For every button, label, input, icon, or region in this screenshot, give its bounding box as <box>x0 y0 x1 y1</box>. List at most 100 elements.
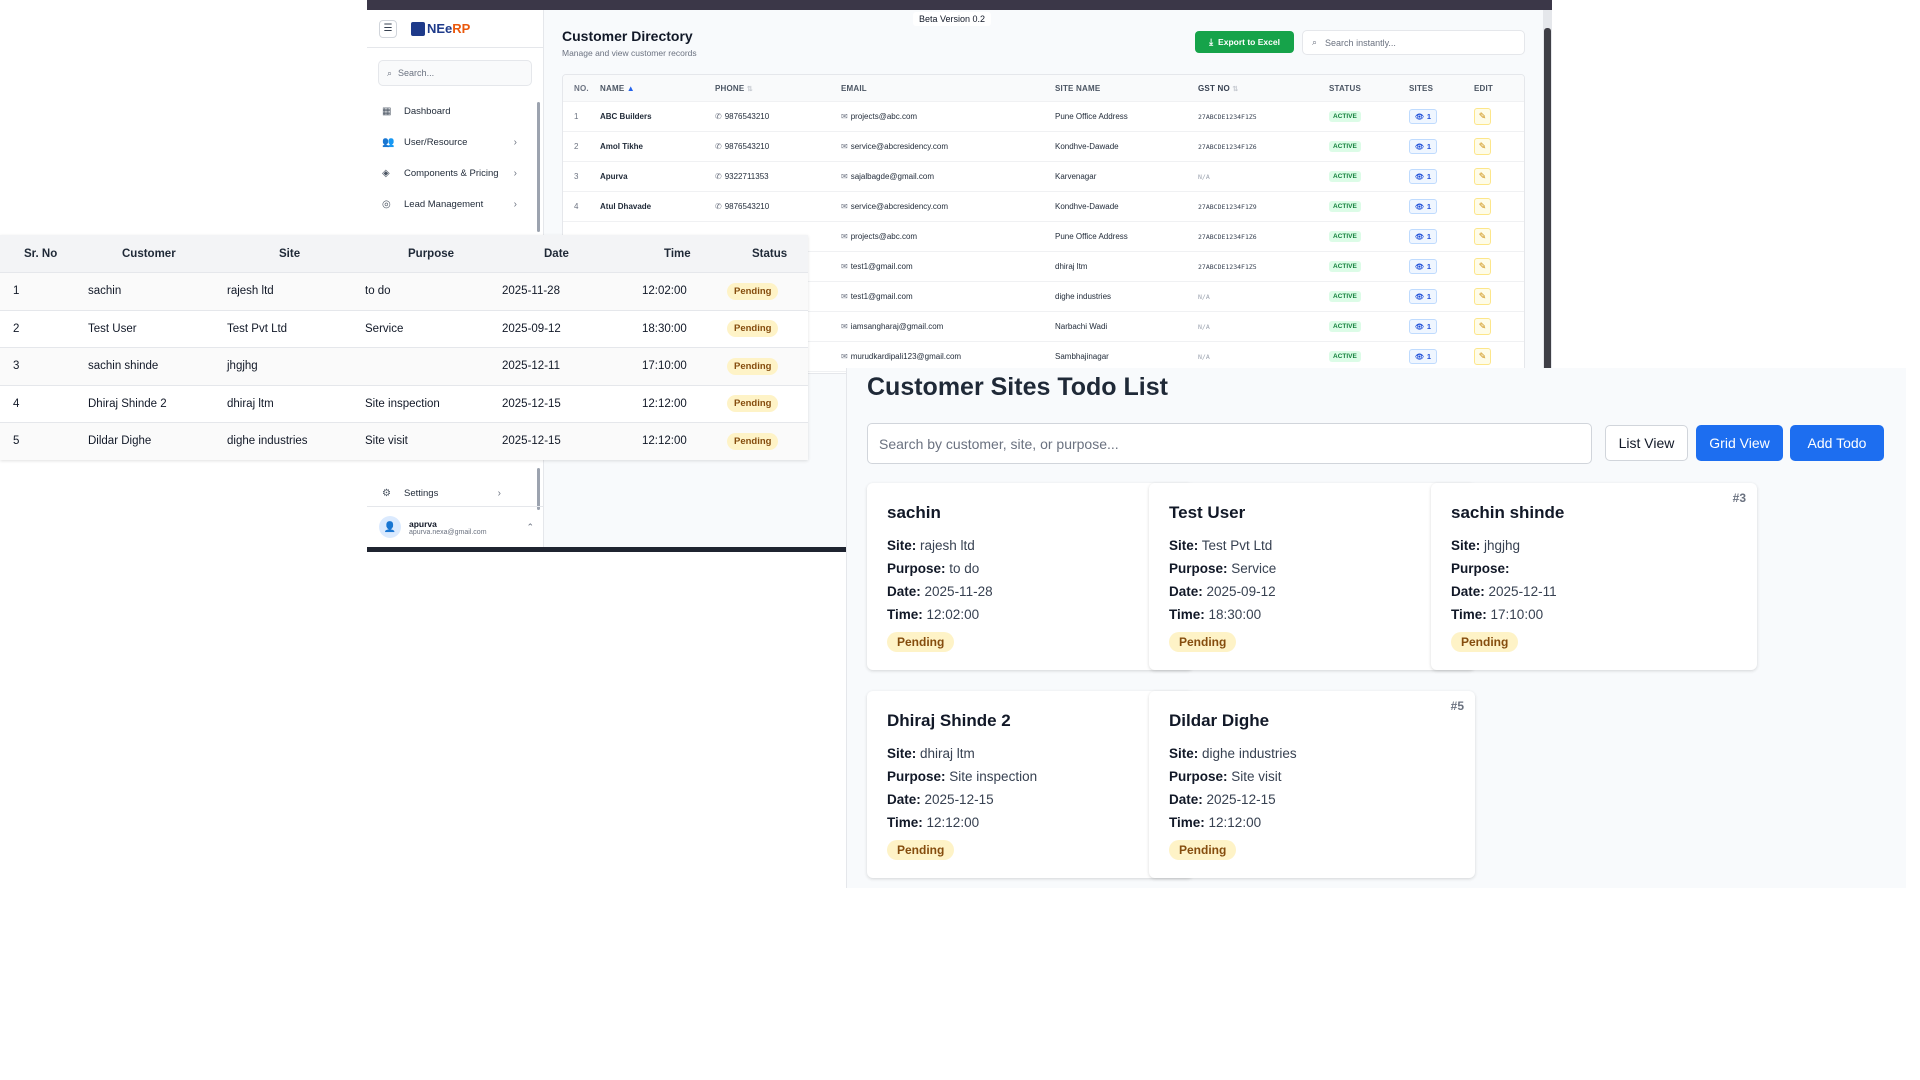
todo-card[interactable]: #1sachinSite: rajesh ltdPurpose: to doDa… <box>867 483 1193 670</box>
card-site: Site: Test Pvt Ltd <box>1169 534 1455 557</box>
sidebar-item-components-pricing[interactable]: ◈ Components & Pricing › <box>367 158 543 189</box>
status-badge: Pending <box>727 432 779 450</box>
pencil-icon: ✎ <box>1478 291 1487 301</box>
date: 2025-12-11 <box>502 360 560 373</box>
todo-card[interactable]: #2Test UserSite: Test Pvt LtdPurpose: Se… <box>1149 483 1475 670</box>
email-address: sajalbagde@gmail.com <box>850 172 934 181</box>
dashboard-icon: ▦ <box>382 106 392 117</box>
card-purpose: Purpose: to do <box>887 557 1173 580</box>
card-time: Time: 12:02:00 <box>887 603 1173 626</box>
edit-cell: ✎ <box>1474 168 1514 185</box>
card-site: Site: rajesh ltd <box>887 534 1173 557</box>
chevron-up-icon: ⌃ <box>526 521 534 532</box>
pencil-icon: ✎ <box>1478 321 1487 331</box>
page-title: Customer Directory <box>562 28 693 44</box>
view-sites-button[interactable]: 👁 1 <box>1409 259 1438 274</box>
gear-icon: ⚙ <box>382 488 391 499</box>
table-row[interactable]: 3 Apurva ✆ 9322711353 ✉ sajalbagde@gmail.com K… <box>563 162 1524 192</box>
todo-card[interactable]: #4Dhiraj Shinde 2Site: dhiraj ltmPurpose… <box>867 691 1193 878</box>
view-sites-button[interactable]: 👁 1 <box>1409 199 1438 214</box>
sidebar-search-input[interactable]: ⌕ Search... <box>378 60 532 86</box>
edit-button[interactable]: ✎ <box>1474 228 1491 245</box>
edit-button[interactable]: ✎ <box>1474 168 1491 185</box>
card-time: Time: 12:12:00 <box>1169 811 1455 834</box>
todo-card[interactable]: #3 sachin shinde Site: jhgjhg Purpose: Date… <box>1431 483 1757 670</box>
col-header-name[interactable]: NAME ▲ <box>600 84 715 93</box>
phone-cell: ✆ 9876543210 <box>715 112 841 121</box>
sidebar-item-lead-management[interactable]: ◎ Lead Management › <box>367 189 543 220</box>
card-site-value: jhgjhg <box>1484 538 1521 553</box>
col-header-gst[interactable]: GST NO ⇅ <box>1198 84 1329 93</box>
table-row[interactable]: 1 sachin rajesh ltd to do 2025-11-28 12:02:00… <box>0 273 808 311</box>
search-icon: ⌕ <box>1312 37 1318 47</box>
gst-number: 27ABCDE1234F1Z5 <box>1198 112 1257 121</box>
col-header-phone[interactable]: PHONE ⇅ <box>715 84 841 93</box>
card-date-value: 2025-09-12 <box>1206 584 1276 599</box>
sidebar-scrollbar-lower[interactable] <box>537 468 540 510</box>
time: 12:12:00 <box>642 397 687 410</box>
card-date: Date: 2025-12-15 <box>1169 788 1455 811</box>
view-sites-button[interactable]: 👁 1 <box>1409 349 1438 364</box>
view-sites-button[interactable]: 👁 1 <box>1409 169 1438 184</box>
view-sites-button[interactable]: 👁 1 <box>1409 319 1438 334</box>
grid-view-button[interactable]: Grid View <box>1696 425 1783 461</box>
status-cell: Pending <box>727 282 807 300</box>
card-site-value: dhiraj ltm <box>920 746 975 761</box>
customer-name: sachin <box>88 285 122 298</box>
table-row[interactable]: 2 Test User Test Pvt Ltd Service 2025-09-12 1… <box>0 311 808 348</box>
view-sites-button[interactable]: 👁 1 <box>1409 139 1438 154</box>
view-sites-button[interactable]: 👁 1 <box>1409 229 1438 244</box>
edit-button[interactable]: ✎ <box>1474 198 1491 215</box>
table-row[interactable]: 5 Dildar Dighe dighe industries Site visit 2… <box>0 423 808 460</box>
directory-search-input[interactable]: ⌕ Search instantly... <box>1302 30 1525 55</box>
eye-icon: 👁 <box>1415 323 1424 331</box>
chevron-right-icon: › <box>497 488 501 499</box>
phone-cell: ✆ 9876543210 <box>715 142 841 151</box>
edit-button[interactable]: ✎ <box>1474 138 1491 155</box>
edit-button[interactable]: ✎ <box>1474 318 1491 335</box>
date: 2025-12-15 <box>502 397 561 410</box>
sites-cell: 👁 1 <box>1409 289 1474 304</box>
edit-button[interactable]: ✎ <box>1474 288 1491 305</box>
menu-toggle-icon[interactable]: ☰ <box>379 19 397 38</box>
todo-search-input[interactable]: Search by customer, site, or purpose... <box>867 423 1592 464</box>
customer-name: Atul Dhavade <box>600 202 652 211</box>
customer-name: Dhiraj Shinde 2 <box>88 397 167 410</box>
purpose: Site visit <box>365 435 408 448</box>
sites-cell: 👁 1 <box>1409 349 1474 364</box>
user-profile-menu[interactable]: 👤 apurva apurva.nexa@gmail.com ⌃ <box>379 512 534 542</box>
time: 17:10:00 <box>642 360 687 373</box>
card-site-label: Site: <box>887 538 917 553</box>
table-row[interactable]: 4 Atul Dhavade ✆ 9876543210 ✉ service@abcresi… <box>563 192 1524 222</box>
customer-name: Amol Tikhe <box>600 142 643 151</box>
list-view-button[interactable]: List View <box>1605 425 1688 461</box>
sidebar-item-dashboard[interactable]: ▦ Dashboard <box>367 96 543 127</box>
edit-button[interactable]: ✎ <box>1474 108 1491 125</box>
app-logo[interactable]: NEe RP <box>411 21 470 36</box>
sites-count: 1 <box>1426 322 1432 331</box>
sidebar-scrollbar[interactable] <box>537 102 540 232</box>
status-badge: ACTIVE <box>1329 261 1361 272</box>
card-purpose-label: Purpose: <box>1169 769 1228 784</box>
edit-button[interactable]: ✎ <box>1474 258 1491 275</box>
sidebar-item-settings[interactable]: ⚙ Settings › <box>367 478 527 509</box>
card-site-label: Site: <box>1169 538 1199 553</box>
edit-button[interactable]: ✎ <box>1474 348 1491 365</box>
status-cell: ACTIVE <box>1329 171 1409 182</box>
window-top-bar <box>367 0 1552 10</box>
status-badge: ACTIVE <box>1329 111 1361 122</box>
view-sites-button[interactable]: 👁 1 <box>1409 109 1438 124</box>
view-sites-button[interactable]: 👁 1 <box>1409 289 1438 304</box>
email-cell: ✉ service@abcresidency.com <box>841 202 1055 211</box>
status-cell: ACTIVE <box>1329 201 1409 212</box>
add-todo-button[interactable]: Add Todo <box>1790 425 1884 461</box>
table-row[interactable]: 1 ABC Builders ✆ 9876543210 ✉ projects@abc.co… <box>563 102 1524 132</box>
sidebar-item-user-resource[interactable]: 👥 User/Resource › <box>367 127 543 158</box>
date: 2025-12-15 <box>502 435 561 448</box>
todo-card[interactable]: #5 Dildar Dighe Site: dighe industries Purp… <box>1149 691 1475 878</box>
table-row[interactable]: 4 Dhiraj Shinde 2 dhiraj ltm Site inspectio… <box>0 386 808 423</box>
table-row[interactable]: 3 sachin shinde jhgjhg 2025-12-11 17:10:00 Pe… <box>0 348 808 386</box>
export-excel-button[interactable]: ⤓ Export to Excel <box>1195 31 1294 53</box>
email-address: test1@gmail.com <box>850 292 913 301</box>
table-row[interactable]: 2 Amol Tikhe ✆ 9876543210 ✉ service@abcreside… <box>563 132 1524 162</box>
